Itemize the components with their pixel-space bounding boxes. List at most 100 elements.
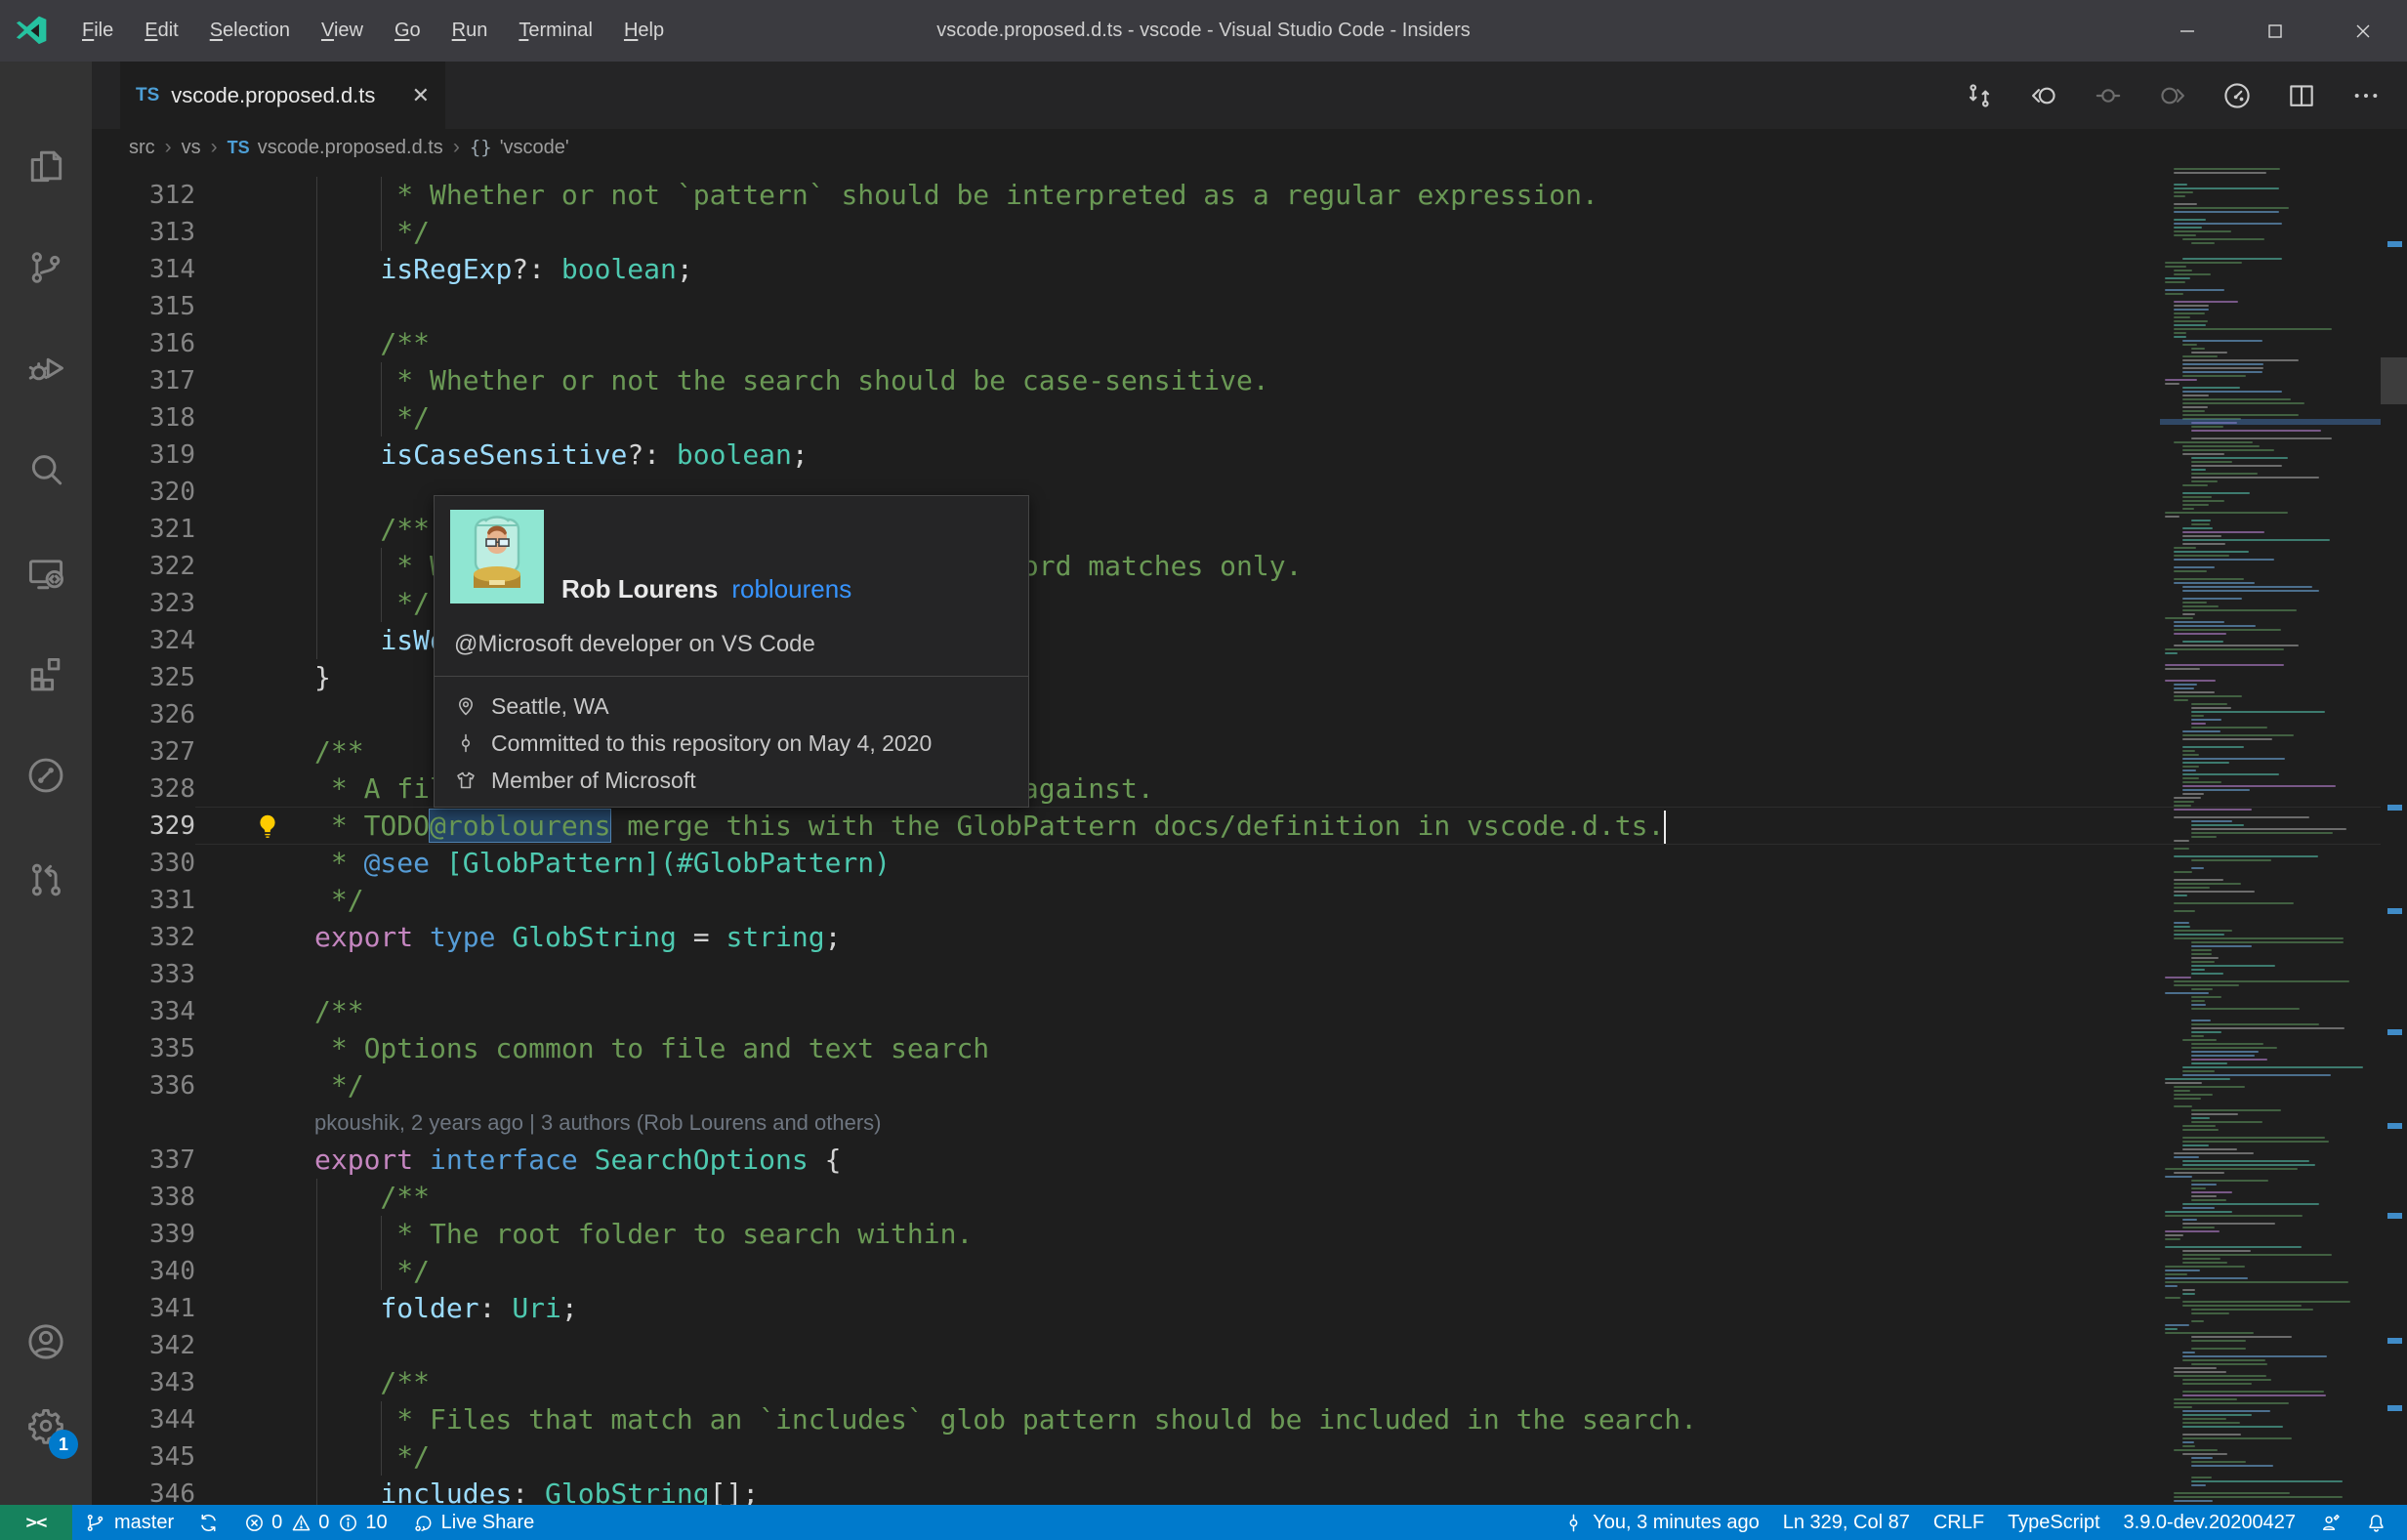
activitybar-search[interactable]	[0, 429, 92, 511]
minimap-line	[2174, 1398, 2238, 1401]
scrollbar-thumb[interactable]	[2381, 357, 2407, 404]
code-line-315[interactable]: 315	[92, 288, 2407, 325]
status-line-blame[interactable]: You, 3 minutes ago	[1551, 1505, 1771, 1540]
status-feedback[interactable]	[2307, 1505, 2353, 1540]
breadcrumb-vscodeproposeddts[interactable]: TS vscode.proposed.d.ts	[228, 137, 443, 159]
menu-view[interactable]: View	[306, 0, 379, 62]
status-git-branch[interactable]: master	[72, 1505, 186, 1540]
code-line-330[interactable]: 330 * @see [GlobPattern](#GlobPattern)	[92, 845, 2407, 882]
minimap-line	[2182, 387, 2241, 390]
minimap-line	[2174, 547, 2197, 550]
minimap-line	[2174, 1086, 2246, 1089]
code-line-318[interactable]: 318 */	[92, 399, 2407, 437]
breadcrumb-vs[interactable]: vs	[182, 137, 201, 159]
menu-go[interactable]: Go	[379, 0, 436, 62]
more-actions-icon[interactable]	[2350, 80, 2382, 111]
minimap-line	[2174, 1402, 2290, 1405]
code-line-314[interactable]: 314 isRegExp?: boolean;	[92, 251, 2407, 288]
user-login-link[interactable]: roblourens	[731, 574, 851, 604]
previous-change-icon[interactable]	[2028, 80, 2059, 111]
code-line-341[interactable]: 341 folder: Uri;	[92, 1290, 2407, 1327]
line-number: 326	[149, 700, 195, 729]
activitybar-run-and-debug[interactable]	[0, 327, 92, 409]
menu-terminal[interactable]: Terminal	[503, 0, 608, 62]
code-line-337[interactable]: 337 export interface SearchOptions {	[92, 1142, 2407, 1179]
menu-file[interactable]: File	[66, 0, 129, 62]
code-line-334[interactable]: 334 /**	[92, 993, 2407, 1030]
scrollbar[interactable]	[2381, 166, 2407, 1505]
activitybar-source-control[interactable]	[0, 227, 92, 309]
activitybar-settings[interactable]: 1	[0, 1385, 92, 1467]
menu-run[interactable]: Run	[436, 0, 504, 62]
code-line-345[interactable]: 345 */	[92, 1438, 2407, 1476]
menu-edit[interactable]: Edit	[129, 0, 193, 62]
code-line-332[interactable]: 332 export type GlobString = string;	[92, 919, 2407, 956]
activitybar-github-pull-requests[interactable]	[0, 839, 92, 921]
close-icon[interactable]	[2319, 0, 2407, 62]
minimap-line	[2174, 195, 2186, 198]
sync-icon	[197, 1512, 220, 1534]
status-problems[interactable]: 0 0 10	[231, 1505, 399, 1540]
code-line-319[interactable]: 319 isCaseSensitive?: boolean;	[92, 437, 2407, 474]
status-live-share[interactable]: Live Share	[399, 1505, 547, 1540]
activitybar-gitlens[interactable]	[0, 734, 92, 816]
minimize-icon[interactable]	[2143, 0, 2231, 62]
remote-indicator[interactable]: ><	[0, 1505, 72, 1540]
code-line-339[interactable]: 339 * The root folder to search within.	[92, 1216, 2407, 1253]
minimap-line	[2165, 1273, 2187, 1276]
minimap-line	[2191, 1363, 2268, 1366]
code-line-340[interactable]: 340 */	[92, 1253, 2407, 1290]
code-line-313[interactable]: 313 */	[92, 214, 2407, 251]
menu-selection[interactable]: Selection	[194, 0, 306, 62]
status-typescript-version[interactable]: 3.9.0-dev.20200427	[2112, 1505, 2307, 1540]
minimap-line	[2174, 816, 2309, 819]
user-detail-organization: Member of Microsoft	[454, 762, 1013, 799]
status-cursor-position[interactable]: Ln 329, Col 87	[1771, 1505, 1922, 1540]
status-sync[interactable]	[186, 1505, 231, 1540]
minimap-line	[2174, 633, 2226, 636]
code-line-338[interactable]: 338 /**	[92, 1179, 2407, 1216]
code-line-331[interactable]: 331 */	[92, 882, 2407, 919]
menu-help[interactable]: Help	[608, 0, 680, 62]
status-eol-sequence[interactable]: CRLF	[1922, 1505, 1996, 1540]
code-line-343[interactable]: 343 /**	[92, 1364, 2407, 1401]
tab-vscode-proposed[interactable]: TS vscode.proposed.d.ts ✕	[120, 62, 445, 129]
maximize-icon[interactable]	[2231, 0, 2319, 62]
breadcrumb-src[interactable]: src	[129, 137, 155, 159]
status-notifications[interactable]	[2353, 1505, 2399, 1540]
activitybar-accounts[interactable]	[0, 1301, 92, 1383]
activitybar-explorer[interactable]	[0, 125, 92, 207]
split-editor-icon[interactable]	[2286, 80, 2317, 111]
code-line-344[interactable]: 344 * Files that match an `includes` glo…	[92, 1401, 2407, 1438]
code-line-335[interactable]: 335 * Options common to file and text se…	[92, 1030, 2407, 1067]
lightbulb-icon[interactable]	[252, 811, 283, 842]
minimap-line	[2182, 367, 2263, 370]
activitybar-extensions[interactable]	[0, 632, 92, 714]
tab-close-icon[interactable]: ✕	[412, 83, 430, 108]
code-line-312[interactable]: 312 * Whether or not `pattern` should be…	[92, 177, 2407, 214]
code-line-346[interactable]: 346 includes: GlobString[];	[92, 1476, 2407, 1505]
minimap-line	[2165, 277, 2191, 280]
minimap-line	[2165, 1246, 2303, 1249]
code-line-316[interactable]: 316 /**	[92, 325, 2407, 362]
editor-pane[interactable]: 312 * Whether or not `pattern` should be…	[92, 166, 2407, 1505]
breadcrumb-vscode[interactable]: {}'vscode'	[470, 137, 569, 159]
code-line-333[interactable]: 333	[92, 956, 2407, 993]
minimap-line	[2191, 988, 2214, 991]
status-language-mode[interactable]: TypeScript	[1996, 1505, 2111, 1540]
activitybar-remote-explorer[interactable]	[0, 533, 92, 615]
minimap-line	[2174, 324, 2206, 327]
minimap-line	[2174, 848, 2189, 851]
minimap[interactable]	[2160, 166, 2381, 1505]
minimap-line	[2182, 1426, 2284, 1429]
minimap-line	[2182, 1379, 2272, 1382]
file-history-icon[interactable]	[2221, 80, 2253, 111]
minimap-line	[2174, 645, 2299, 647]
code-line-336[interactable]: 336 */	[92, 1067, 2407, 1104]
open-changes-icon[interactable]	[1964, 80, 1995, 111]
minimap-line	[2191, 859, 2271, 862]
code-line-342[interactable]: 342	[92, 1327, 2407, 1364]
line-number: 340	[149, 1257, 195, 1286]
code-line-329[interactable]: 329 * TODO@roblourens merge this with th…	[92, 808, 2407, 845]
code-line-317[interactable]: 317 * Whether or not the search should b…	[92, 362, 2407, 399]
